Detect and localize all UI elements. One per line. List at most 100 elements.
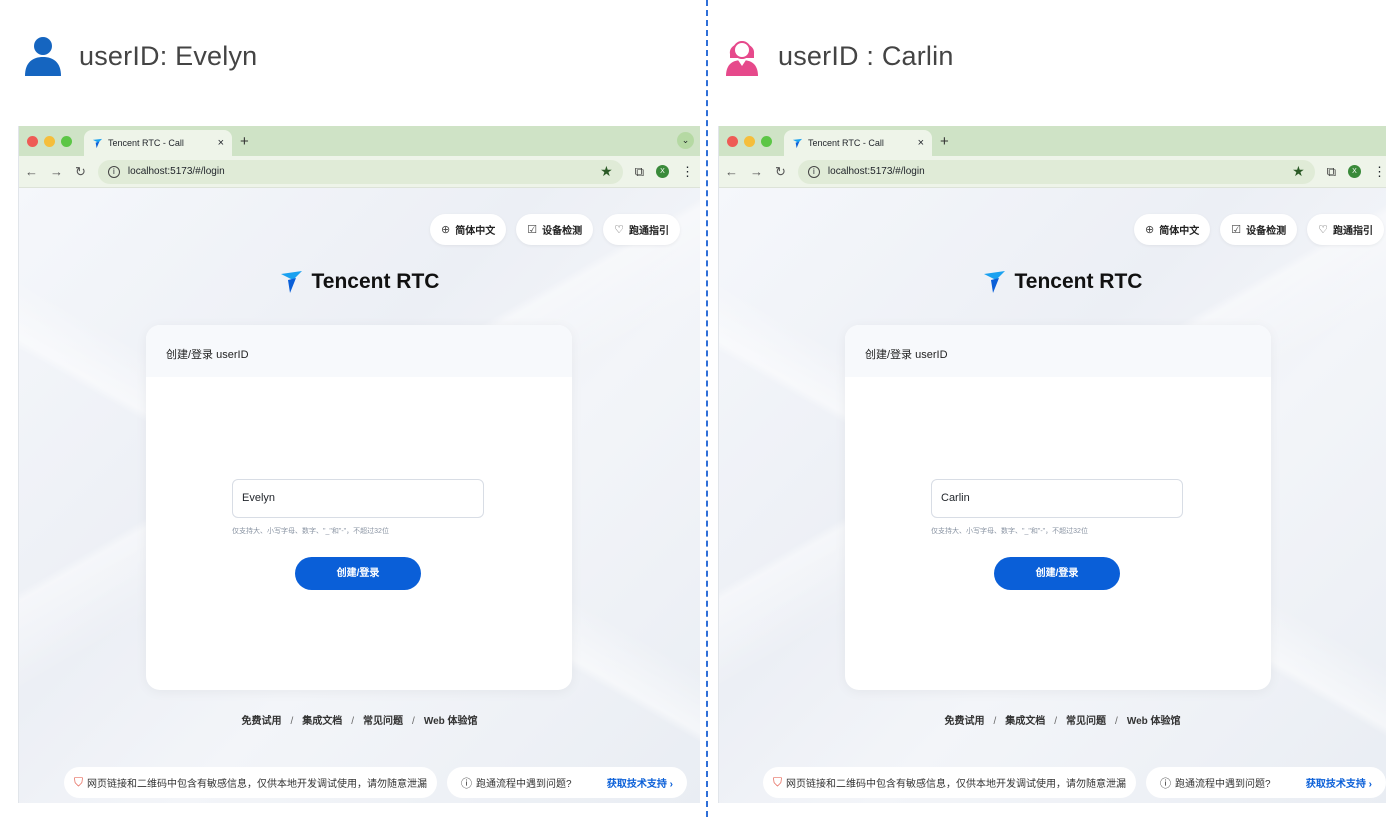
create-login-button[interactable]: 创建/登录 — [994, 557, 1120, 590]
site-info-icon[interactable]: i — [107, 165, 120, 178]
link-free-trial[interactable]: 免费试用 — [944, 716, 984, 727]
reload-icon[interactable]: ↻ — [75, 164, 86, 180]
profile-avatar[interactable]: X — [1348, 165, 1361, 178]
left-pane: userID: Evelyn Tencent RTC - Call × + ⌄ … — [0, 0, 700, 817]
tab-search-chevron-icon[interactable]: ⌄ — [677, 132, 694, 149]
profile-avatar[interactable]: X — [656, 165, 669, 178]
user-id-label: userID: Evelyn — [79, 40, 258, 71]
input-hint: 仅支持大、小写字母、数字、"_"和"-"，不超过32位 — [232, 528, 389, 535]
device-check-button[interactable]: ☑ 设备检测 — [1220, 214, 1298, 245]
link-web-demo[interactable]: Web 体验馆 — [1127, 716, 1181, 727]
brand-name: Tencent RTC — [311, 270, 440, 293]
browser-window: Tencent RTC - Call × + ⌄ ← → ↻ i localho… — [18, 126, 700, 803]
link-faq[interactable]: 常见问题 — [363, 716, 403, 727]
login-page: ⊕ 简体中文 ☑ 设备检测 ♡ 跑通指引 Tencent RTC 创建/登录 user… — [719, 188, 1386, 803]
help-icon: ⓘ — [1160, 777, 1172, 790]
link-web-demo[interactable]: Web 体验馆 — [424, 716, 478, 727]
window-controls — [27, 135, 72, 147]
input-hint: 仅支持大、小写字母、数字、"_"和"-"，不超过32位 — [931, 528, 1088, 535]
top-actions: ⊕ 简体中文 ☑ 设备检测 ♡ 跑通指引 — [1134, 214, 1384, 245]
link-faq[interactable]: 常见问题 — [1066, 716, 1106, 727]
user-header: userID: Evelyn — [25, 36, 257, 76]
user-id-label: userID : Carlin — [778, 40, 954, 71]
checkbox-icon: ☑ — [527, 224, 538, 236]
userid-input[interactable]: Carlin — [931, 479, 1183, 518]
browser-menu-icon[interactable]: ⋮ — [1373, 164, 1386, 180]
shield-icon: ⛉ — [773, 775, 783, 789]
tencent-rtc-logo-icon — [280, 271, 302, 293]
tencent-rtc-logo-icon — [983, 271, 1005, 293]
warning-text: 网页链接和二维码中包含有敏感信息，仅供本地开发调试使用，请勿随意泄漏 — [786, 779, 1127, 790]
forward-arrow-icon[interactable]: → — [50, 164, 63, 179]
maximize-window-button[interactable] — [761, 135, 772, 147]
link-free-trial[interactable]: 免费试用 — [241, 716, 281, 727]
url-field[interactable]: i localhost:5173/#/login ★ — [97, 159, 623, 184]
extensions-puzzle-icon[interactable]: ⧉ — [635, 164, 644, 180]
link-docs[interactable]: 集成文档 — [302, 716, 342, 727]
right-pane: userID : Carlin Tencent RTC - Call × + ←… — [712, 0, 1386, 817]
browser-tab[interactable]: Tencent RTC - Call × — [84, 130, 232, 156]
shield-icon: ⛉ — [74, 775, 84, 789]
link-docs[interactable]: 集成文档 — [1005, 716, 1045, 727]
new-tab-button[interactable]: + — [240, 133, 249, 150]
tab-close-icon[interactable]: × — [218, 137, 224, 149]
lightbulb-icon: ♡ — [1318, 224, 1328, 236]
url-text: localhost:5173/#/login — [127, 166, 225, 177]
globe-icon: ⊕ — [441, 224, 451, 236]
card-title: 创建/登录 userID — [845, 325, 1271, 377]
support-question: 跑通流程中遇到问题? — [476, 779, 572, 790]
browser-tab[interactable]: Tencent RTC - Call × — [784, 130, 932, 156]
tab-close-icon[interactable]: × — [918, 137, 924, 149]
maximize-window-button[interactable] — [61, 135, 72, 147]
close-window-button[interactable] — [727, 135, 738, 147]
support-banner[interactable]: ⓘ 跑通流程中遇到问题? 获取技术支持 › — [447, 767, 688, 798]
tab-bar: Tencent RTC - Call × + — [719, 126, 1386, 156]
new-tab-button[interactable]: + — [940, 133, 949, 150]
login-page: ⊕ 简体中文 ☑ 设备检测 ♡ 跑通指引 Tencent RTC 创建/登录 user… — [19, 188, 700, 803]
brand-logo: Tencent RTC — [19, 270, 700, 294]
back-arrow-icon[interactable]: ← — [725, 164, 738, 179]
device-check-label: 设备检测 — [542, 226, 583, 237]
support-banner[interactable]: ⓘ 跑通流程中遇到问题? 获取技术支持 › — [1146, 767, 1386, 798]
guide-label: 跑通指引 — [1333, 226, 1373, 237]
footer-links: 免费试用 / 集成文档 / 常见问题 / Web 体验馆 — [19, 712, 700, 727]
tab-title: Tencent RTC - Call — [808, 138, 884, 148]
minimize-window-button[interactable] — [744, 135, 755, 147]
link-separator: / — [290, 716, 294, 727]
address-bar: ← → ↻ i localhost:5173/#/login ★ ⧉ X ⋮ — [19, 156, 700, 188]
globe-icon: ⊕ — [1145, 224, 1155, 236]
reload-icon[interactable]: ↻ — [775, 164, 786, 180]
close-window-button[interactable] — [27, 135, 38, 147]
tab-bar: Tencent RTC - Call × + ⌄ — [19, 126, 700, 156]
support-link[interactable]: 获取技术支持 › — [1306, 775, 1372, 790]
back-arrow-icon[interactable]: ← — [25, 164, 38, 179]
tencent-rtc-favicon-icon — [92, 138, 103, 148]
device-check-button[interactable]: ☑ 设备检测 — [516, 214, 594, 245]
link-separator: / — [412, 716, 415, 727]
bookmark-star-icon[interactable]: ★ — [1292, 163, 1305, 180]
guide-button[interactable]: ♡ 跑通指引 — [603, 214, 680, 245]
language-label: 简体中文 — [455, 226, 496, 237]
language-button[interactable]: ⊕ 简体中文 — [1134, 214, 1211, 245]
guide-button[interactable]: ♡ 跑通指引 — [1307, 214, 1384, 245]
language-button[interactable]: ⊕ 简体中文 — [430, 214, 507, 245]
footer-bar: ⛉ 网页链接和二维码中包含有敏感信息，仅供本地开发调试使用，请勿随意泄漏 ⓘ 跑通流… — [763, 767, 1386, 798]
forward-arrow-icon[interactable]: → — [750, 164, 763, 179]
userid-input[interactable]: Evelyn — [232, 479, 484, 518]
footer-bar: ⛉ 网页链接和二维码中包含有敏感信息，仅供本地开发调试使用，请勿随意泄漏 ⓘ 跑通流… — [64, 767, 688, 798]
address-bar: ← → ↻ i localhost:5173/#/login ★ ⧉ X ⋮ — [719, 156, 1386, 188]
security-warning: ⛉ 网页链接和二维码中包含有敏感信息，仅供本地开发调试使用，请勿随意泄漏 — [763, 767, 1137, 798]
create-login-button[interactable]: 创建/登录 — [295, 557, 421, 590]
url-field[interactable]: i localhost:5173/#/login ★ — [797, 159, 1315, 184]
bookmark-star-icon[interactable]: ★ — [600, 163, 613, 180]
site-info-icon[interactable]: i — [807, 165, 820, 178]
browser-menu-icon[interactable]: ⋮ — [681, 164, 694, 180]
extensions-puzzle-icon[interactable]: ⧉ — [1327, 164, 1336, 180]
minimize-window-button[interactable] — [44, 135, 55, 147]
guide-label: 跑通指引 — [629, 226, 669, 237]
female-user-icon — [726, 41, 758, 76]
male-user-icon — [25, 37, 61, 76]
support-link[interactable]: 获取技术支持 › — [607, 775, 673, 790]
card-title: 创建/登录 userID — [146, 325, 572, 377]
link-separator: / — [351, 716, 355, 727]
